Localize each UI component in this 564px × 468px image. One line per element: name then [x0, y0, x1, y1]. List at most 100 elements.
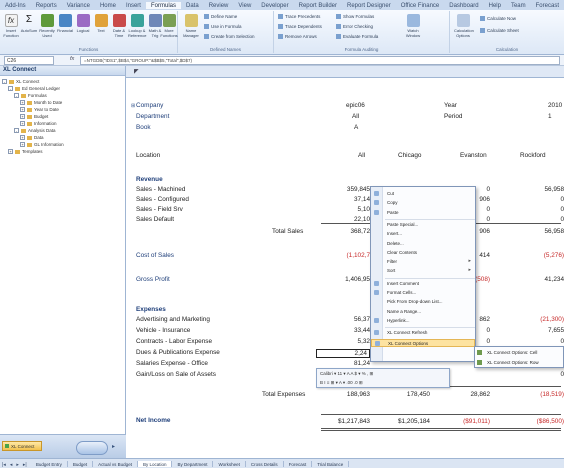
- ribbon-tab[interactable]: Reports: [31, 2, 62, 9]
- expense-row-rockford[interactable]: 0: [504, 371, 564, 378]
- ribbon-tab[interactable]: Dashboard: [444, 2, 483, 9]
- collapse-icon[interactable]: -: [14, 128, 19, 134]
- financial-button[interactable]: Financial: [56, 14, 74, 33]
- recently-used-button[interactable]: Recently Used: [38, 14, 56, 38]
- company-value[interactable]: epic06: [346, 102, 365, 109]
- submenu-item-row[interactable]: XL Connect Options: Row: [475, 358, 563, 367]
- context-menu-item[interactable]: Cut: [371, 190, 475, 198]
- revenue-row-all[interactable]: 359,845: [316, 186, 370, 193]
- expense-row-rockford[interactable]: 0: [504, 338, 564, 345]
- period-value[interactable]: 1: [548, 113, 552, 120]
- context-menu-item[interactable]: XL Connect Options: [371, 338, 475, 347]
- remove-arrows-item[interactable]: Remove Arrows: [278, 34, 317, 39]
- active-cell[interactable]: 2,24: [316, 349, 370, 358]
- insert-function-button[interactable]: fx Insert Function: [2, 14, 20, 38]
- sheet-tab[interactable]: Actual vs Budget: [93, 461, 138, 467]
- revenue-row-rockford[interactable]: 0: [504, 216, 564, 223]
- ribbon-tab[interactable]: Insert: [121, 2, 146, 9]
- error-checking-item[interactable]: Error Checking: [336, 24, 373, 29]
- ribbon-tab[interactable]: Help: [484, 2, 506, 9]
- context-menu-item[interactable]: Paste Special...: [371, 221, 475, 229]
- revenue-row-all[interactable]: 22,10: [316, 216, 370, 223]
- collapse-icon[interactable]: -: [14, 93, 19, 99]
- expense-row-all[interactable]: 81,24: [316, 360, 370, 367]
- net-income-evanston[interactable]: ($91,011): [432, 418, 490, 425]
- ribbon-tab[interactable]: Report Builder: [294, 2, 342, 9]
- date-time-button[interactable]: Date & Time: [110, 14, 128, 38]
- trace-dependents-item[interactable]: Trace Dependents: [278, 24, 322, 29]
- net-income-rockford[interactable]: ($86,500): [502, 418, 564, 425]
- sheet-tab[interactable]: By Department: [172, 461, 214, 467]
- expense-row-all[interactable]: 5,32: [316, 338, 370, 345]
- tree-node[interactable]: - Formulas: [2, 92, 123, 99]
- total-expenses-evanston[interactable]: 28,862: [436, 391, 490, 398]
- ribbon-tab[interactable]: Office Finance: [396, 2, 445, 9]
- revenue-row-all[interactable]: 37,14: [316, 196, 370, 203]
- ribbon-tab[interactable]: Developer: [256, 2, 293, 9]
- department-value[interactable]: All: [352, 113, 359, 120]
- text-button[interactable]: Text: [92, 14, 110, 33]
- name-box[interactable]: C26: [4, 56, 54, 65]
- collapse-icon[interactable]: -: [2, 79, 7, 85]
- last-sheet-icon[interactable]: ▸|: [21, 461, 29, 468]
- expand-icon[interactable]: ⊞: [131, 103, 135, 109]
- use-in-formula-item[interactable]: Use in Formula: [204, 24, 242, 29]
- expense-row-all[interactable]: 33,44: [316, 327, 370, 334]
- context-menu-item[interactable]: Paste: [371, 209, 475, 217]
- year-value[interactable]: 2010: [548, 102, 562, 109]
- tree-node[interactable]: + Budget: [2, 113, 123, 120]
- cost-of-sales-rockford[interactable]: (5,276): [504, 252, 564, 259]
- logical-button[interactable]: Logical: [74, 14, 92, 33]
- tree-node[interactable]: - Analysis Data: [2, 127, 123, 134]
- expand-icon[interactable]: +: [20, 107, 25, 113]
- context-menu-item[interactable]: Clear Contents: [371, 249, 475, 257]
- net-income-chicago[interactable]: $1,205,184: [372, 418, 430, 425]
- expense-row-rockford[interactable]: (21,300): [504, 316, 564, 323]
- total-expenses-all[interactable]: 188,963: [316, 391, 370, 398]
- panel-toggle-button[interactable]: [76, 441, 108, 455]
- ribbon-tab[interactable]: Review: [204, 2, 234, 9]
- formula-input[interactable]: =NTGDB("IDS1",$B$4,"GROUP:"&$B$5,"Total"…: [80, 56, 560, 65]
- calculation-options-button[interactable]: Calculation Options: [454, 14, 474, 38]
- ribbon-tab[interactable]: Team: [506, 2, 531, 9]
- evaluate-formula-item[interactable]: Evaluate Formula: [336, 34, 378, 39]
- revenue-row-rockford[interactable]: 56,958: [504, 186, 564, 193]
- net-income-all[interactable]: $1,217,843: [312, 418, 370, 425]
- mini-toolbar-format-row[interactable]: B I ≡ ⊞ ▾ A ▾ .00 .0 ⊞: [320, 380, 363, 386]
- gross-profit-all[interactable]: 1,406,95: [316, 276, 370, 283]
- tree-node[interactable]: - XL Connect: [2, 78, 123, 85]
- watch-window-button[interactable]: Watch Window: [404, 14, 422, 38]
- xl-connect-status-button[interactable]: XL Connect: [2, 441, 42, 451]
- submenu-item-cell[interactable]: XL Connect Options: Cell: [475, 348, 563, 357]
- context-menu-item[interactable]: Delete...: [371, 240, 475, 248]
- lookup-reference-button[interactable]: Lookup & Reference: [128, 14, 146, 38]
- ribbon-tab[interactable]: Report Designer: [342, 2, 396, 9]
- gross-profit-rockford[interactable]: 41,234: [504, 276, 564, 283]
- total-expenses-rockford[interactable]: (18,519): [504, 391, 564, 398]
- context-menu-item[interactable]: XL Connect Refresh: [371, 329, 475, 337]
- context-menu-item[interactable]: Copy: [371, 199, 475, 207]
- revenue-row-all[interactable]: 5,10: [316, 206, 370, 213]
- autosum-button[interactable]: Σ AutoSum: [20, 14, 38, 33]
- select-all-icon[interactable]: ◤: [134, 68, 139, 75]
- pin-icon[interactable]: ▸: [112, 443, 115, 450]
- tree-node[interactable]: + Templates: [2, 148, 123, 155]
- book-value[interactable]: A: [354, 124, 358, 131]
- ribbon-tab[interactable]: Formulas: [145, 2, 181, 9]
- context-menu-item[interactable]: Insert...: [371, 230, 475, 238]
- calculate-now-item[interactable]: Calculate Now: [480, 16, 516, 21]
- expand-icon[interactable]: +: [20, 121, 25, 127]
- expand-icon[interactable]: +: [20, 142, 25, 148]
- first-sheet-icon[interactable]: |◂: [0, 461, 8, 468]
- mini-toolbar-font-row[interactable]: Calibri ▾ 11 ▾ A A $ ▾ % , ⊞: [320, 371, 373, 377]
- calculate-sheet-item[interactable]: Calculate Sheet: [480, 28, 519, 33]
- more-functions-button[interactable]: More Functions: [160, 14, 178, 38]
- context-menu-item[interactable]: Sort ▸: [371, 267, 475, 275]
- context-menu-item[interactable]: Hyperlink...: [371, 317, 475, 325]
- ribbon-tab[interactable]: Forecast: [531, 2, 564, 9]
- name-manager-button[interactable]: Name Manager: [182, 14, 200, 38]
- create-from-selection-item[interactable]: Create from Selection: [204, 34, 255, 39]
- tree-node[interactable]: + Information: [2, 120, 123, 127]
- sheet-tab[interactable]: Budget: [68, 461, 94, 467]
- trace-precedents-item[interactable]: Trace Precedents: [278, 14, 320, 19]
